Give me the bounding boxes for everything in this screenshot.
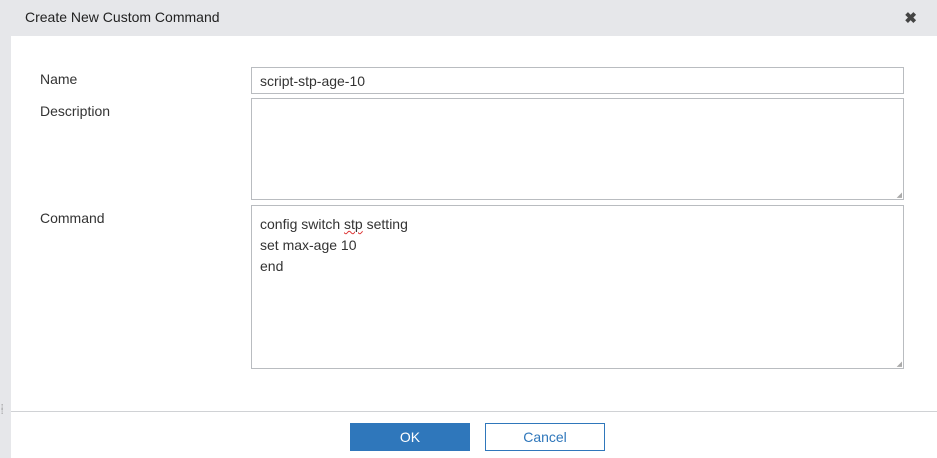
command-textarea[interactable]: config switch stp setting set max-age 10… <box>251 205 904 369</box>
ok-button[interactable]: OK <box>350 423 470 451</box>
dialog-header: Create New Custom Command ✖ <box>0 0 937 36</box>
footer-divider <box>11 411 937 412</box>
spellcheck-word: stp <box>344 216 363 232</box>
side-strip: ⁞ ⁞ <box>0 36 11 458</box>
description-textarea[interactable]: ◢ <box>251 98 904 200</box>
command-line: config switch stp setting <box>260 214 895 235</box>
command-line: set max-age 10 <box>260 237 357 253</box>
resize-handle-icon[interactable]: ◢ <box>897 360 902 368</box>
description-label: Description <box>40 103 111 119</box>
name-label: Name <box>40 71 78 87</box>
name-input[interactable]: script-stp-age-10 <box>251 67 904 94</box>
close-icon[interactable]: ✖ <box>904 9 917 27</box>
command-text: config switch <box>260 216 345 232</box>
command-label: Command <box>40 210 105 226</box>
command-text: setting <box>362 216 408 232</box>
dialog-title: Create New Custom Command <box>25 9 220 25</box>
cancel-button[interactable]: Cancel <box>485 423 605 451</box>
drag-handle-icon[interactable]: ⁞ ⁞ <box>1 404 3 416</box>
command-line: end <box>260 258 284 274</box>
resize-handle-icon[interactable]: ◢ <box>897 191 902 199</box>
